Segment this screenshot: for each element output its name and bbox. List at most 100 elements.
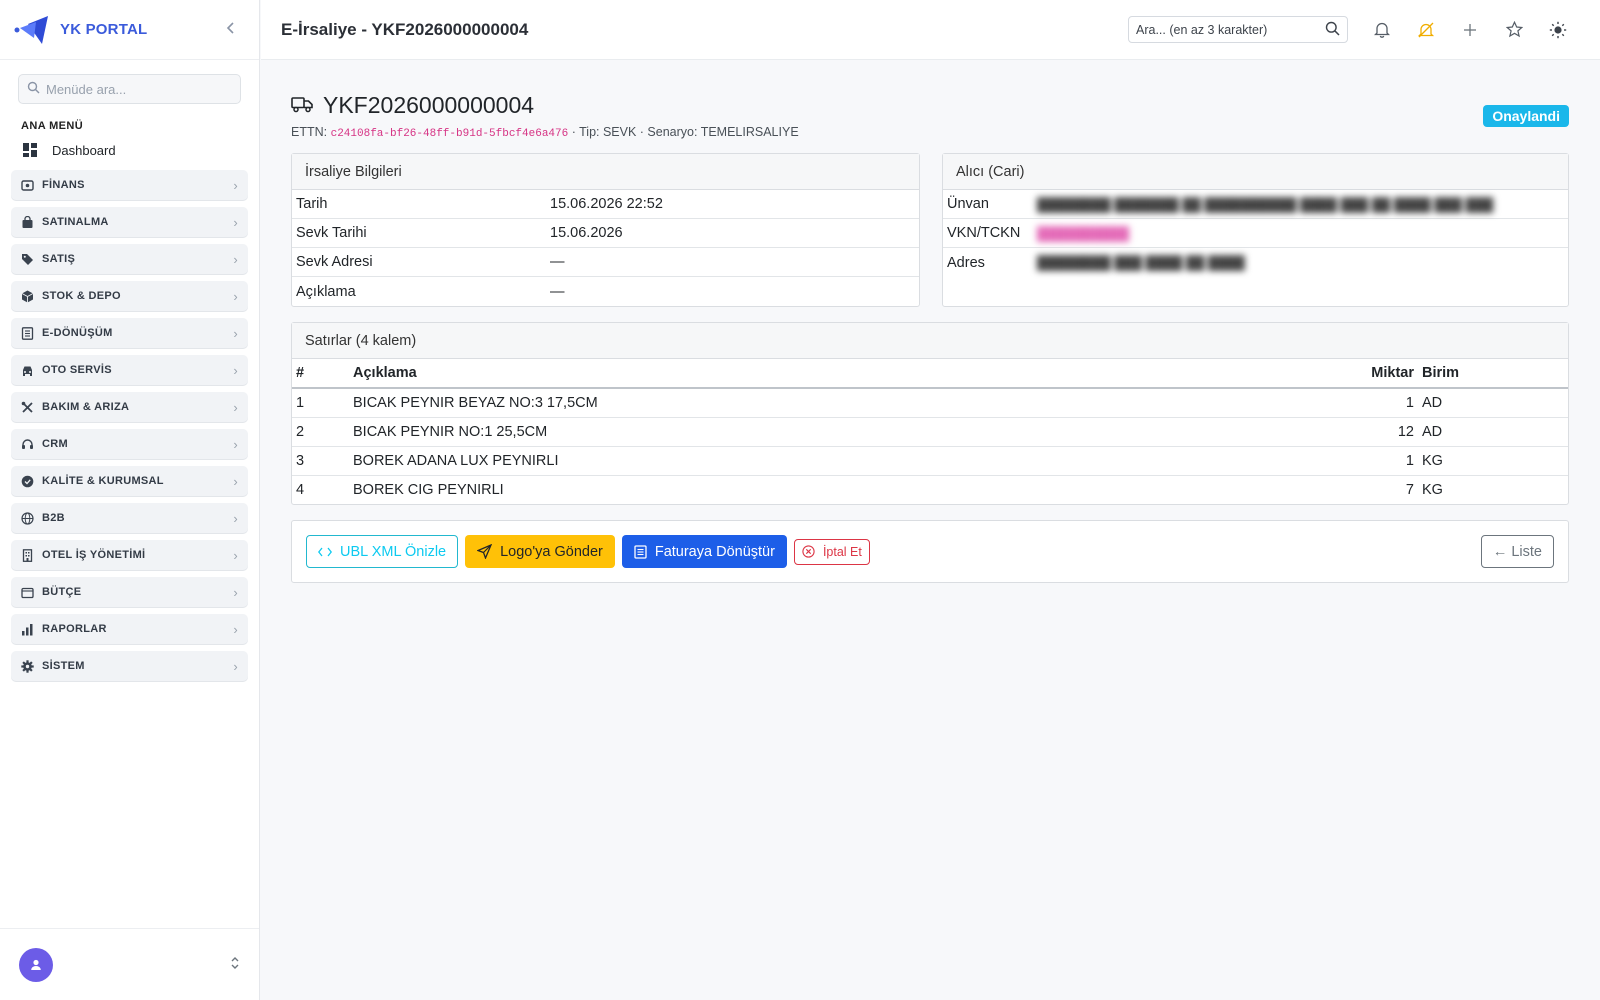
kv-key: Tarih xyxy=(296,196,328,212)
bell-off-icon[interactable] xyxy=(1404,21,1448,39)
ubl-preview-button[interactable]: UBL XML Önizle xyxy=(306,535,459,568)
page-title: E-İrsaliye - YKF2026000000004 xyxy=(281,19,529,39)
kv-row: VKN/TCKN ██████████ xyxy=(943,219,1568,248)
sidebar-item-oto-servis[interactable]: OTO SERVİS › xyxy=(11,355,248,385)
lines-card: Satırlar (4 kalem) # Açıklama Miktar Bir… xyxy=(291,322,1569,505)
topbar: E-İrsaliye - YKF2026000000004 xyxy=(261,0,1600,60)
sidebar-item-label: RAPORLAR xyxy=(42,623,107,635)
ettn-label: ETTN: xyxy=(291,125,328,139)
sidebar-item-stok-depo[interactable]: STOK & DEPO › xyxy=(11,281,248,311)
cell-description: BOREK ADANA LUX PEYNIRLI xyxy=(349,446,1298,476)
actions-bar: UBL XML Önizle Logo'ya Gönder Faturaya D… xyxy=(291,520,1569,583)
sidebar-item-raporlar[interactable]: RAPORLAR › xyxy=(11,614,248,644)
card-header: İrsaliye Bilgileri xyxy=(292,154,919,190)
button-label: Faturaya Dönüştür xyxy=(654,543,775,560)
tools-icon xyxy=(21,401,34,414)
document-icon xyxy=(21,326,34,340)
kv-row: Tarih 15.06.2026 22:52 xyxy=(292,190,919,219)
sidebar-item-dashboard[interactable]: Dashboard xyxy=(0,135,259,165)
building-icon xyxy=(21,548,34,562)
kv-key: Sevk Tarihi xyxy=(296,225,367,241)
irsaliye-card: İrsaliye Bilgileri Tarih 15.06.2026 22:52… xyxy=(291,153,920,307)
kv-key: Adres xyxy=(947,254,985,271)
global-search-input[interactable] xyxy=(1136,22,1325,37)
cell-no: 4 xyxy=(296,481,305,498)
col-quantity: Miktar xyxy=(1298,359,1418,389)
sidebar-item-label: BAKIM & ARIZA xyxy=(42,401,130,413)
chevron-right-icon: › xyxy=(233,621,238,637)
sidebar-item-crm[interactable]: CRM › xyxy=(11,429,248,459)
sidebar-item-b2b[interactable]: B2B › xyxy=(11,503,248,533)
kv-row: Adres ████████ ███ ████ ██ ████ xyxy=(943,248,1568,277)
sidebar-item-label: KALİTE & KURUMSAL xyxy=(42,475,164,487)
send-to-logo-button[interactable]: Logo'ya Gönder xyxy=(465,535,615,568)
star-icon[interactable] xyxy=(1492,21,1536,38)
headset-icon xyxy=(21,438,34,451)
cell-unit: AD xyxy=(1418,388,1568,418)
cell-quantity: 7 xyxy=(1405,481,1414,498)
sidebar-item-bakim-ariza[interactable]: BAKIM & ARIZA › xyxy=(11,392,248,422)
cell-quantity: 1 xyxy=(1298,388,1418,418)
tag-icon xyxy=(21,253,34,266)
sidebar-item-label: SİSTEM xyxy=(42,660,85,672)
sidebar-item-kalite-kurumsal[interactable]: KALİTE & KURUMSAL › xyxy=(11,466,248,496)
button-label: İptal Et xyxy=(822,544,862,559)
chevron-right-icon: › xyxy=(233,177,238,193)
sidebar-item-label: OTEL İŞ YÖNETİMİ xyxy=(42,549,146,561)
cancel-button[interactable]: İptal Et xyxy=(793,538,870,565)
cell-no: 1 xyxy=(292,388,349,418)
chevron-right-icon: › xyxy=(233,362,238,378)
table-row: 4 BOREK CIG PEYNIRLI 7 KG xyxy=(292,475,1568,504)
sidebar-item-finans[interactable]: FİNANS › xyxy=(11,170,248,200)
document-meta: ETTN: c24108fa-bf26-48ff-b91d-5fbcf4e6a4… xyxy=(291,125,1569,140)
menu-search[interactable] xyxy=(18,74,241,104)
document-number: YKF2026000000004 xyxy=(323,92,535,118)
document-header: YKF2026000000004 ETTN: c24108fa-bf26-48f… xyxy=(291,92,1569,146)
kv-row: Açıklama — xyxy=(292,277,919,306)
global-search[interactable] xyxy=(1128,16,1348,43)
cell-unit: AD xyxy=(1418,417,1568,447)
sidebar-collapse-icon[interactable] xyxy=(225,19,237,40)
card-header: Satırlar (4 kalem) xyxy=(292,323,1568,359)
cell-quantity: 1 xyxy=(1298,446,1418,476)
invoice-icon xyxy=(634,544,647,559)
sidebar-item-sistem[interactable]: SİSTEM › xyxy=(11,651,248,681)
code-icon xyxy=(318,547,332,556)
back-to-list-button[interactable]: ← Liste xyxy=(1480,535,1554,568)
sidebar-item-satis[interactable]: SATIŞ › xyxy=(11,244,248,274)
globe-icon xyxy=(21,511,34,525)
brand-name[interactable]: YK PORTAL xyxy=(60,21,147,38)
brand-logo[interactable] xyxy=(14,14,50,46)
user-menu-toggle-icon[interactable] xyxy=(230,956,240,973)
kv-row: Ünvan ████████ ███████ ██ ██████████ ████… xyxy=(943,190,1568,219)
sidebar-item-butce[interactable]: BÜTÇE › xyxy=(11,577,248,607)
theme-sun-icon[interactable] xyxy=(1536,21,1580,39)
sidebar-item-label: BÜTÇE xyxy=(42,586,82,598)
sidebar-item-satinalma[interactable]: SATINALMA › xyxy=(11,207,248,237)
truck-icon xyxy=(291,92,323,119)
chevron-right-icon: › xyxy=(233,658,238,674)
col-unit: Birim xyxy=(1418,359,1568,389)
search-icon xyxy=(27,81,40,97)
bell-icon[interactable] xyxy=(1360,21,1404,38)
sidebar-item-label: SATIŞ xyxy=(42,253,76,265)
chevron-right-icon: › xyxy=(233,251,238,267)
kv-key: VKN/TCKN xyxy=(947,225,1021,241)
chevron-right-icon: › xyxy=(233,214,238,230)
avatar[interactable] xyxy=(19,947,53,982)
cell-no: 3 xyxy=(292,446,349,476)
sidebar-item-e-donusum[interactable]: E-DÖNÜŞÜM › xyxy=(11,318,248,348)
convert-to-invoice-button[interactable]: Faturaya Dönüştür xyxy=(621,535,787,568)
gear-icon xyxy=(21,659,34,673)
menu-search-input[interactable] xyxy=(46,81,232,97)
table-row: 2 BICAK PEYNIR NO:1 25,5CM 12 AD xyxy=(292,417,1568,447)
sidebar-item-otel[interactable]: OTEL İŞ YÖNETİMİ › xyxy=(11,540,248,570)
col-no: # xyxy=(292,359,349,389)
cell-quantity: 12 xyxy=(1298,417,1418,447)
dashboard-icon xyxy=(23,143,37,157)
sidebar-item-label: FİNANS xyxy=(42,179,85,191)
plus-icon[interactable] xyxy=(1448,23,1492,37)
search-icon[interactable] xyxy=(1325,21,1340,39)
brand: YK PORTAL xyxy=(0,0,259,60)
chevron-right-icon: › xyxy=(233,510,238,526)
